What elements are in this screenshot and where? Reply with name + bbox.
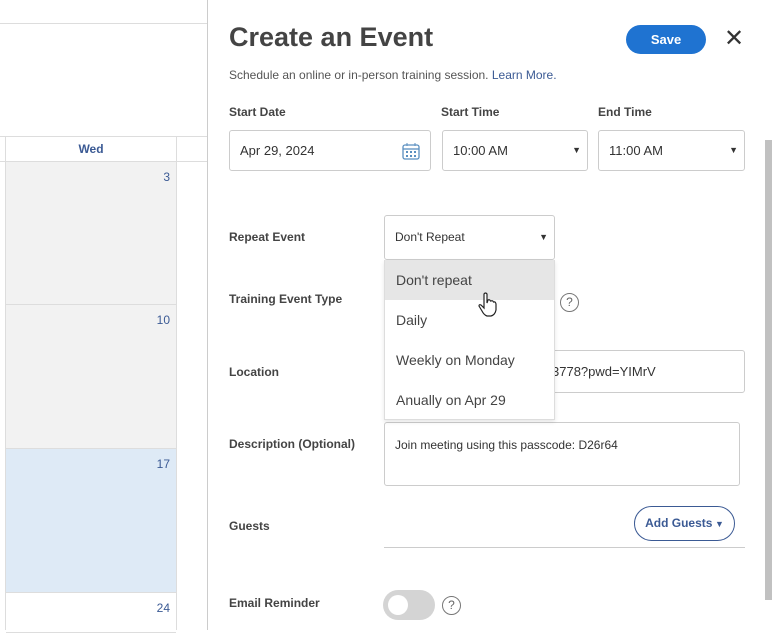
learn-more-link[interactable]: Learn More. — [492, 68, 557, 82]
caret-down-icon: ▼ — [712, 519, 724, 529]
divider — [384, 547, 745, 548]
training-event-type-label: Training Event Type — [229, 292, 343, 306]
repeat-option[interactable]: Daily — [385, 300, 554, 340]
end-time-value: 11:00 AM — [609, 143, 663, 158]
start-date-field[interactable]: Apr 29, 2024 — [229, 130, 431, 171]
divider — [176, 136, 177, 630]
repeat-option[interactable]: Weekly on Monday — [385, 340, 554, 380]
calendar-cell[interactable]: 24 — [6, 593, 176, 633]
caret-down-icon: ▼ — [539, 232, 548, 242]
description-value: Join meeting using this passcode: D26r64 — [395, 438, 618, 452]
description-label: Description (Optional) — [229, 437, 355, 451]
caret-down-icon: ▼ — [572, 145, 581, 155]
repeat-event-label: Repeat Event — [229, 230, 306, 244]
page-title: Create an Event — [229, 22, 434, 52]
add-guests-button[interactable]: Add Guests ▼ — [634, 506, 735, 541]
create-event-panel: Create an Event Save ✕ Schedule an onlin… — [207, 0, 772, 630]
add-guests-label: Add Guests — [645, 516, 713, 530]
calendar-cell[interactable]: 17 — [6, 449, 176, 593]
subtitle: Schedule an online or in-person training… — [229, 68, 557, 82]
start-time-label: Start Time — [441, 105, 500, 119]
calendar-cell[interactable]: 10 — [6, 305, 176, 449]
repeat-option[interactable]: Anually on Apr 29 — [385, 380, 554, 420]
email-reminder-toggle[interactable] — [383, 590, 435, 620]
location-label: Location — [229, 365, 279, 379]
help-icon[interactable]: ? — [442, 596, 461, 615]
guests-label: Guests — [229, 519, 270, 533]
subtitle-text: Schedule an online or in-person training… — [229, 68, 489, 82]
end-time-select[interactable]: 11:00 AM ▼ — [598, 130, 745, 171]
calendar-icon[interactable] — [402, 142, 420, 160]
caret-down-icon: ▼ — [729, 145, 738, 155]
scrollbar[interactable] — [765, 140, 772, 600]
email-reminder-label: Email Reminder — [229, 596, 320, 610]
hand-cursor-icon — [478, 292, 497, 317]
start-date-value: Apr 29, 2024 — [240, 143, 315, 158]
description-textarea[interactable]: Join meeting using this passcode: D26r64 — [384, 422, 740, 486]
repeat-event-select[interactable]: Don't Repeat ▼ — [384, 215, 555, 260]
start-time-select[interactable]: 10:00 AM ▼ — [442, 130, 588, 171]
repeat-option[interactable]: Don't repeat — [385, 260, 554, 300]
repeat-value: Don't Repeat — [395, 230, 465, 244]
divider — [0, 23, 208, 24]
start-time-value: 10:00 AM — [453, 143, 508, 158]
divider — [5, 136, 6, 630]
end-time-label: End Time — [598, 105, 652, 119]
calendar-cell[interactable]: 3 — [6, 162, 176, 305]
close-icon[interactable]: ✕ — [724, 27, 744, 51]
calendar-background: Wed 3 10 17 24 — [0, 0, 208, 633]
save-button[interactable]: Save — [626, 25, 706, 54]
location-value: 3778?pwd=YIMrV — [552, 364, 656, 379]
repeat-dropdown-menu: Don't repeat Daily Weekly on Monday Anua… — [384, 260, 555, 420]
help-icon[interactable]: ? — [560, 293, 579, 312]
day-header-wed: Wed — [78, 142, 104, 156]
start-date-label: Start Date — [229, 105, 286, 119]
